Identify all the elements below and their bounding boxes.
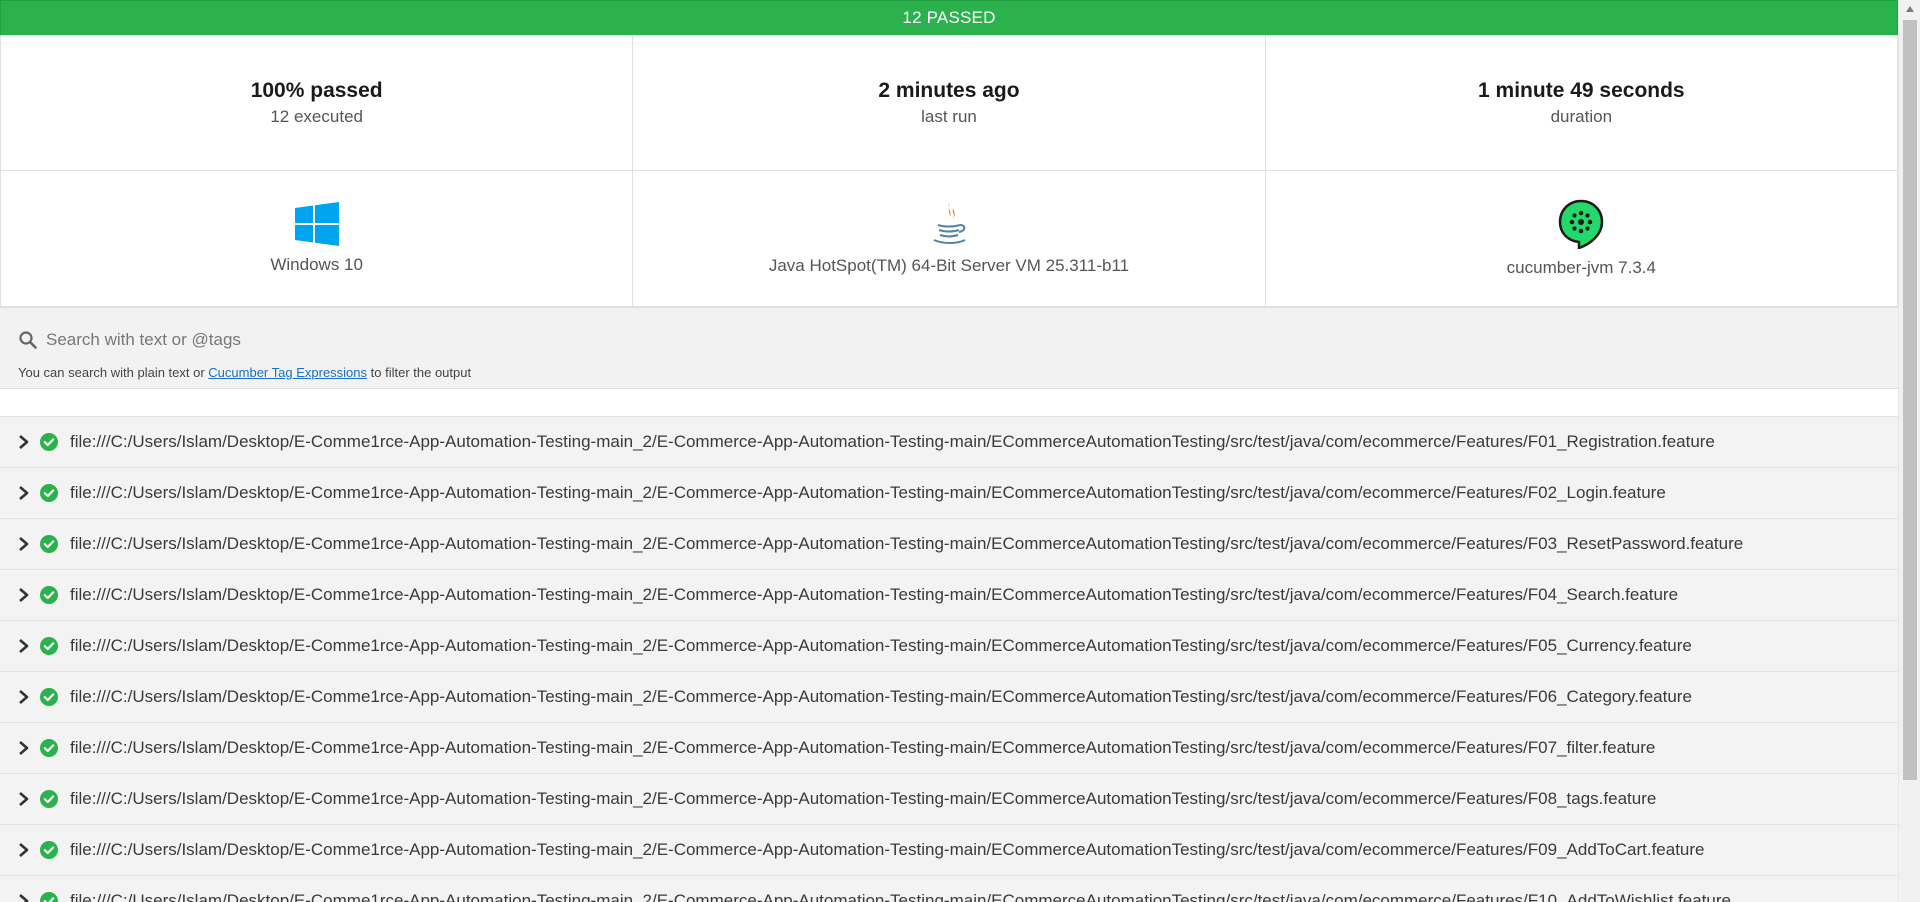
feature-path: file:///C:/Users/Islam/Desktop/E-Comme1r… [70, 432, 1715, 451]
feature-path: file:///C:/Users/Islam/Desktop/E-Comme1r… [70, 534, 1744, 553]
passed-check-icon [40, 637, 58, 655]
chevron-right-icon[interactable] [16, 791, 30, 807]
passed-check-icon [40, 433, 58, 451]
search-help-suffix: to filter the output [367, 365, 472, 380]
feature-path: file:///C:/Users/Islam/Desktop/E-Comme1r… [70, 636, 1692, 655]
env-os: Windows 10 [0, 170, 634, 307]
search-help-prefix: You can search with plain text or [18, 365, 209, 380]
tag-expressions-link[interactable]: Cucumber Tag Expressions [208, 365, 367, 380]
feature-path: file:///C:/Users/Islam/Desktop/E-Comme1r… [70, 585, 1679, 604]
environment-grid: Windows 10 Java HotSpot(TM) 64-Bit Serve… [0, 170, 1898, 307]
chevron-right-icon[interactable] [16, 638, 30, 654]
search-help: You can search with plain text or Cucumb… [18, 365, 471, 380]
stat-last-run-value: 2 minutes ago [878, 79, 1020, 102]
chevron-right-icon[interactable] [16, 587, 30, 603]
stat-duration-label: duration [1550, 107, 1613, 126]
feature-path: file:///C:/Users/Islam/Desktop/E-Comme1r… [70, 687, 1692, 706]
report-viewport: 12 PASSED 100% passed 12 executed 2 minu… [0, 0, 1898, 902]
env-runtime: Java HotSpot(TM) 64-Bit Server VM 25.311… [632, 170, 1266, 307]
env-runtime-label: Java HotSpot(TM) 64-Bit Server VM 25.311… [768, 255, 1130, 275]
passed-check-icon [40, 891, 58, 902]
feature-path: file:///C:/Users/Islam/Desktop/E-Comme1r… [70, 483, 1666, 502]
passed-check-icon [40, 586, 58, 604]
passed-check-icon [40, 841, 58, 859]
passed-check-icon [40, 739, 58, 757]
chevron-right-icon[interactable] [16, 842, 30, 858]
summary-banner-text: 12 PASSED [902, 8, 996, 27]
search-input[interactable] [46, 327, 1878, 353]
stat-passed-value: 100% passed [250, 79, 383, 102]
feature-row[interactable]: file:///C:/Users/Islam/Desktop/E-Comme1r… [0, 875, 1898, 902]
stat-duration-value: 1 minute 49 seconds [1478, 79, 1685, 102]
passed-check-icon [40, 535, 58, 553]
summary-banner: 12 PASSED [0, 0, 1898, 36]
feature-row[interactable]: file:///C:/Users/Islam/Desktop/E-Comme1r… [0, 773, 1898, 824]
passed-check-icon [40, 688, 58, 706]
chevron-right-icon[interactable] [16, 893, 30, 902]
feature-path: file:///C:/Users/Islam/Desktop/E-Comme1r… [70, 890, 1731, 902]
scroll-up-arrow-icon[interactable] [1899, 0, 1920, 18]
stat-duration: 1 minute 49 seconds duration [1264, 35, 1898, 171]
feature-row[interactable]: file:///C:/Users/Islam/Desktop/E-Comme1r… [0, 416, 1898, 467]
passed-check-icon [40, 790, 58, 808]
feature-path: file:///C:/Users/Islam/Desktop/E-Comme1r… [70, 840, 1705, 859]
vertical-scrollbar[interactable] [1898, 0, 1920, 902]
search-panel: You can search with plain text or Cucumb… [0, 307, 1898, 389]
cucumber-icon [1559, 199, 1604, 249]
feature-row[interactable]: file:///C:/Users/Islam/Desktop/E-Comme1r… [0, 467, 1898, 518]
chevron-right-icon[interactable] [16, 689, 30, 705]
search-row [18, 326, 1878, 354]
feature-list: file:///C:/Users/Islam/Desktop/E-Comme1r… [0, 416, 1898, 902]
feature-row[interactable]: file:///C:/Users/Islam/Desktop/E-Comme1r… [0, 671, 1898, 722]
windows-icon [294, 201, 339, 246]
chevron-right-icon[interactable] [16, 434, 30, 450]
stat-passed-label: 12 executed [270, 107, 363, 126]
chevron-right-icon[interactable] [16, 740, 30, 756]
feature-row[interactable]: file:///C:/Users/Islam/Desktop/E-Comme1r… [0, 620, 1898, 671]
env-tool: cucumber-jvm 7.3.4 [1264, 170, 1898, 307]
search-icon [19, 331, 37, 349]
env-tool-label: cucumber-jvm 7.3.4 [1506, 257, 1656, 277]
chevron-right-icon[interactable] [16, 485, 30, 501]
stat-last-run-label: last run [921, 107, 977, 126]
feature-path: file:///C:/Users/Islam/Desktop/E-Comme1r… [70, 789, 1657, 808]
env-os-label: Windows 10 [270, 254, 363, 274]
feature-row[interactable]: file:///C:/Users/Islam/Desktop/E-Comme1r… [0, 824, 1898, 875]
feature-row[interactable]: file:///C:/Users/Islam/Desktop/E-Comme1r… [0, 518, 1898, 569]
stat-passed: 100% passed 12 executed [0, 35, 634, 171]
stats-grid: 100% passed 12 executed 2 minutes ago la… [0, 35, 1898, 171]
stat-last-run: 2 minutes ago last run [632, 35, 1266, 171]
feature-path: file:///C:/Users/Islam/Desktop/E-Comme1r… [70, 738, 1656, 757]
feature-row[interactable]: file:///C:/Users/Islam/Desktop/E-Comme1r… [0, 722, 1898, 773]
java-icon [933, 202, 966, 244]
feature-row[interactable]: file:///C:/Users/Islam/Desktop/E-Comme1r… [0, 569, 1898, 620]
chevron-right-icon[interactable] [16, 536, 30, 552]
passed-check-icon [40, 484, 58, 502]
scrollbar-thumb[interactable] [1903, 20, 1917, 780]
